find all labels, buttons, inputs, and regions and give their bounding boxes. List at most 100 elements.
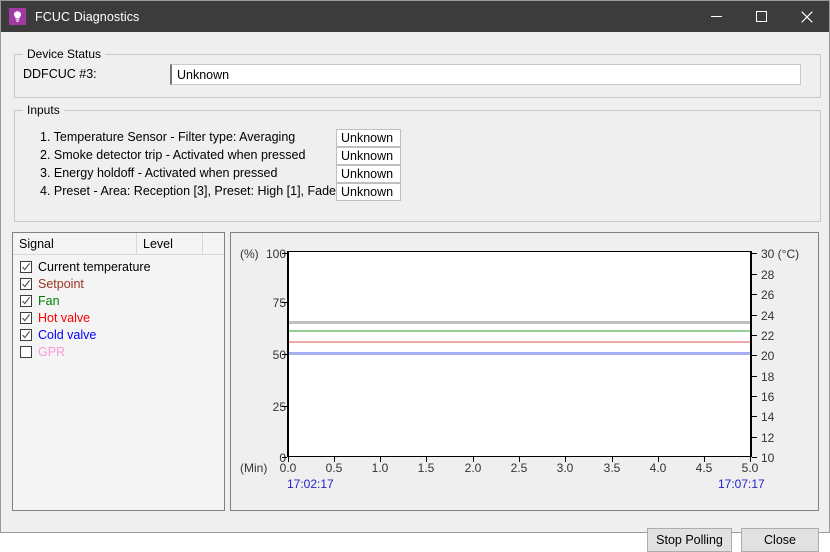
device-label: DDFCUC #3: (23, 67, 97, 81)
y2-tickmark (752, 294, 757, 295)
input-value-3: Unknown (336, 165, 401, 183)
list-item[interactable]: Cold valve (13, 326, 224, 343)
signal-checkbox-setpoint[interactable] (20, 277, 32, 290)
lightbulb-icon (9, 8, 26, 25)
signal-label-current-temperature: Current temperature (38, 259, 151, 274)
x-tick-3: 1.5 (417, 461, 435, 475)
signal-checkbox-fan[interactable] (20, 294, 32, 307)
plot-area (287, 251, 752, 457)
signal-list-header: Signal Level (13, 233, 224, 255)
x-axis-unit-min: (Min) (240, 461, 268, 475)
y2-tick-16: 16 (761, 390, 775, 404)
list-item[interactable]: Hot valve (13, 309, 224, 326)
y2-tickmark (752, 274, 757, 275)
series-line-setpoint (289, 341, 750, 343)
signal-label-hot-valve: Hot valve (38, 310, 91, 325)
titlebar: FCUC Diagnostics (1, 1, 829, 32)
input-label-2: 2. Smoke detector trip - Activated when … (40, 148, 306, 162)
y-tick-100: 100 (265, 247, 286, 261)
y-tickmark (282, 457, 287, 458)
list-item[interactable]: GPR (13, 343, 224, 360)
signal-checkbox-cold-valve[interactable] (20, 328, 32, 341)
y2-tick-18: 18 (761, 370, 775, 384)
inputs-group-title: Inputs (23, 103, 64, 117)
signal-label-gpr: GPR (38, 344, 66, 359)
input-row: 3. Energy holdoff - Activated when press… (15, 165, 820, 184)
y2-tickmark (752, 335, 757, 336)
input-row: 4. Preset - Area: Reception [3], Preset:… (15, 183, 820, 202)
x-tick-2: 1.0 (371, 461, 389, 475)
input-value-4: Unknown (336, 183, 401, 201)
y-axis-unit-percent: (%) (240, 247, 259, 261)
x-tick-8: 4.0 (649, 461, 667, 475)
x-tick-9: 4.5 (695, 461, 713, 475)
signal-checkbox-hot-valve[interactable] (20, 311, 32, 324)
y2-tick-24: 24 (761, 309, 775, 323)
x-tick-4: 2.0 (464, 461, 482, 475)
y2-tick-22: 22 (761, 329, 775, 343)
x-end-timestamp: 17:07:17 (718, 477, 765, 491)
list-item[interactable]: Current temperature (13, 258, 224, 275)
y-tick-75: 75 (272, 296, 286, 310)
window-controls (694, 1, 829, 32)
y2-tick-20: 20 (761, 349, 775, 363)
list-item[interactable]: Setpoint (13, 275, 224, 292)
y2-tick-30: 30 (°C) (761, 247, 800, 261)
x-tick-5: 2.5 (510, 461, 528, 475)
input-value-2: Unknown (336, 147, 401, 165)
list-item[interactable]: Fan (13, 292, 224, 309)
device-status-group-title: Device Status (23, 47, 106, 61)
input-label-1: 1. Temperature Sensor - Filter type: Ave… (40, 130, 296, 144)
inputs-group: Inputs 1. Temperature Sensor - Filter ty… (14, 103, 821, 222)
input-value-1: Unknown (336, 129, 401, 147)
minimize-icon[interactable] (694, 1, 739, 32)
signal-label-setpoint: Setpoint (38, 276, 84, 291)
x-tick-7: 3.5 (603, 461, 621, 475)
stop-polling-button[interactable]: Stop Polling (647, 528, 732, 552)
series-line-cold-valve (289, 352, 750, 355)
column-header-level[interactable]: Level (137, 233, 203, 255)
y2-tickmark (752, 416, 757, 417)
chart-inner: (%) 100 75 50 25 0 30 (°C) 28 26 24 22 2… (231, 233, 818, 510)
series-line-current-temperature (289, 321, 750, 324)
signal-list-rows: Current temperature Setpoint Fan Hot val… (13, 255, 224, 360)
y2-tickmark (752, 437, 757, 438)
series-line-fan (289, 330, 750, 332)
y-tick-25: 25 (272, 400, 286, 414)
client-area: Device Status DDFCUC #3: Unknown Inputs … (1, 32, 829, 552)
x-tick-1: 0.5 (325, 461, 343, 475)
signal-label-cold-valve: Cold valve (38, 327, 97, 342)
x-tick-6: 3.0 (556, 461, 574, 475)
column-header-extra[interactable] (203, 233, 224, 255)
maximize-icon[interactable] (739, 1, 784, 32)
x-start-timestamp: 17:02:17 (287, 477, 334, 491)
column-header-signal[interactable]: Signal (13, 233, 137, 255)
y2-tickmark (752, 396, 757, 397)
input-label-3: 3. Energy holdoff - Activated when press… (40, 166, 278, 180)
y2-tick-28: 28 (761, 268, 775, 282)
y2-tickmark (752, 355, 757, 356)
y2-tick-12: 12 (761, 431, 775, 445)
chart-panel: (%) 100 75 50 25 0 30 (°C) 28 26 24 22 2… (230, 232, 819, 511)
close-button[interactable]: Close (741, 528, 819, 552)
y-tick-50: 50 (272, 348, 286, 362)
y2-tick-10: 10 (761, 451, 775, 465)
signal-list-panel: Signal Level Current temperature Setpoin… (12, 232, 225, 511)
y2-tickmark (752, 376, 757, 377)
device-status-value: Unknown (170, 64, 801, 85)
input-row: 2. Smoke detector trip - Activated when … (15, 147, 820, 166)
signal-checkbox-current-temperature[interactable] (20, 260, 32, 273)
signal-label-fan: Fan (38, 293, 60, 308)
fcuc-diagnostics-window: FCUC Diagnostics Device Status DDFCUC #3… (0, 0, 830, 552)
signal-checkbox-gpr[interactable] (20, 345, 32, 358)
window-title: FCUC Diagnostics (35, 9, 140, 24)
x-tick-0: 0.0 (279, 461, 297, 475)
device-status-group: Device Status DDFCUC #3: Unknown (14, 47, 821, 98)
y2-tickmark (752, 253, 757, 254)
close-icon[interactable] (784, 1, 829, 32)
y2-tick-26: 26 (761, 288, 775, 302)
y2-tick-14: 14 (761, 410, 775, 424)
y2-tickmark (752, 315, 757, 316)
input-row: 1. Temperature Sensor - Filter type: Ave… (15, 129, 820, 148)
input-label-4: 4. Preset - Area: Reception [3], Preset:… (40, 184, 371, 198)
